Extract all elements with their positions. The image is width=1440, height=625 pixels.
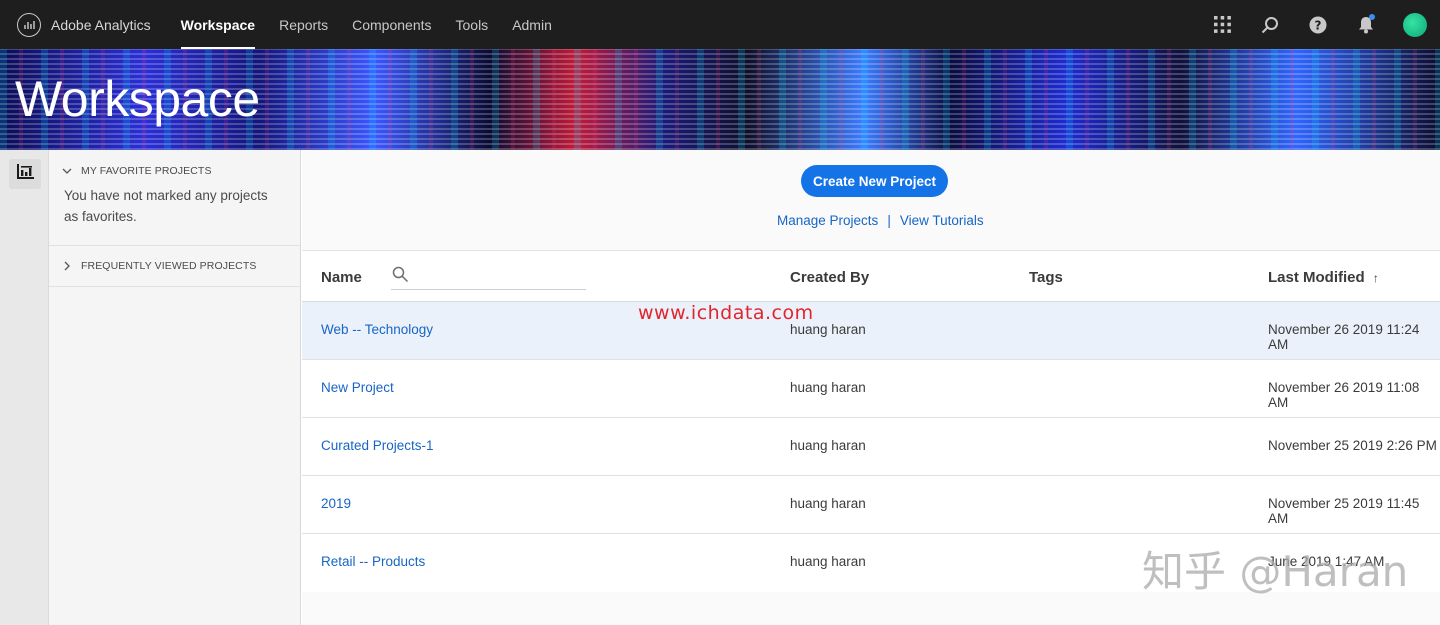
nav-reports[interactable]: Reports bbox=[279, 0, 328, 49]
search-icon bbox=[391, 264, 409, 284]
frequent-title: FREQUENTLY VIEWED PROJECTS bbox=[81, 260, 257, 272]
site-watermark: www.ichdata.com bbox=[638, 302, 814, 324]
created-by-cell: huang haran bbox=[790, 438, 866, 453]
help-icon[interactable]: ? bbox=[1307, 14, 1329, 36]
projects-side-panel: MY FAVORITE PROJECTS You have not marked… bbox=[49, 150, 301, 625]
favorites-empty-text: You have not marked any projects as favo… bbox=[64, 188, 268, 224]
last-modified-cell: November 26 2019 11:08 AM bbox=[1268, 380, 1420, 410]
manage-projects-link[interactable]: Manage Projects bbox=[777, 213, 878, 228]
last-modified-cell: November 26 2019 11:24 AM bbox=[1268, 322, 1420, 352]
project-name-link[interactable]: New Project bbox=[321, 380, 394, 395]
view-tutorials-link[interactable]: View Tutorials bbox=[900, 213, 984, 228]
column-header-created-by[interactable]: Created By bbox=[790, 269, 869, 286]
created-by-cell: huang haran bbox=[790, 496, 866, 511]
last-modified-cell: November 25 2019 2:26 PM bbox=[1268, 438, 1437, 453]
nav-components[interactable]: Components bbox=[352, 0, 431, 49]
project-actions: Create New Project Manage Projects | Vie… bbox=[302, 150, 1440, 251]
project-name-link[interactable]: Retail -- Products bbox=[321, 554, 425, 569]
adobe-analytics-logo-icon bbox=[17, 12, 41, 37]
column-header-last-modified[interactable]: Last Modified ↑ bbox=[1268, 269, 1379, 286]
left-rail bbox=[0, 150, 49, 625]
project-list-icon bbox=[16, 164, 34, 184]
favorites-title: MY FAVORITE PROJECTS bbox=[81, 165, 212, 177]
app-name: Adobe Analytics bbox=[51, 16, 151, 33]
table-row[interactable]: 2019 huang haran November 25 2019 11:45 … bbox=[302, 476, 1440, 534]
table-row[interactable]: New Project huang haran November 26 2019… bbox=[302, 360, 1440, 418]
main-nav: Workspace Reports Components Tools Admin bbox=[180, 0, 576, 49]
table-header: Name Created By Tags Last Modified ↑ bbox=[302, 251, 1440, 302]
last-modified-label: Last Modified bbox=[1268, 269, 1365, 286]
frequent-header[interactable]: FREQUENTLY VIEWED PROJECTS bbox=[49, 246, 300, 286]
sort-ascending-icon: ↑ bbox=[1372, 271, 1379, 285]
project-name-link[interactable]: Web -- Technology bbox=[321, 322, 433, 337]
last-modified-cell: November 25 2019 11:45 AM bbox=[1268, 496, 1420, 526]
page-title: Workspace bbox=[15, 71, 260, 127]
name-search bbox=[391, 264, 586, 290]
chevron-down-icon bbox=[62, 168, 72, 174]
chevron-right-icon bbox=[62, 261, 72, 271]
frequent-section: FREQUENTLY VIEWED PROJECTS bbox=[49, 246, 300, 287]
search-input[interactable] bbox=[415, 264, 585, 288]
bell-icon[interactable] bbox=[1355, 13, 1377, 36]
top-nav-bar: Adobe Analytics Workspace Reports Compon… bbox=[0, 0, 1440, 49]
table-row[interactable]: Web -- Technology huang haran November 2… bbox=[302, 302, 1440, 360]
nav-tools[interactable]: Tools bbox=[456, 0, 489, 49]
notification-dot bbox=[1369, 13, 1375, 20]
column-header-tags[interactable]: Tags bbox=[1029, 269, 1063, 286]
svg-text:?: ? bbox=[1315, 18, 1322, 32]
project-name-link[interactable]: 2019 bbox=[321, 496, 351, 511]
apps-grid-icon[interactable] bbox=[1211, 14, 1233, 36]
create-new-project-button[interactable]: Create New Project bbox=[801, 165, 948, 197]
search-icon[interactable] bbox=[1259, 14, 1281, 36]
workspace-banner: Workspace bbox=[0, 49, 1440, 150]
zhihu-watermark: 知乎 @Haran bbox=[1142, 547, 1409, 596]
top-icons: ? bbox=[1211, 0, 1440, 49]
created-by-cell: huang haran bbox=[790, 380, 866, 395]
nav-workspace[interactable]: Workspace bbox=[180, 0, 256, 49]
projects-panel-toggle[interactable] bbox=[9, 159, 41, 189]
project-links: Manage Projects | View Tutorials bbox=[777, 213, 984, 228]
link-separator: | bbox=[887, 213, 891, 228]
created-by-cell: huang haran bbox=[790, 554, 866, 569]
created-by-cell: huang haran bbox=[790, 322, 866, 337]
brand[interactable]: Adobe Analytics bbox=[17, 12, 151, 37]
table-row[interactable]: Curated Projects-1 huang haran November … bbox=[302, 418, 1440, 476]
nav-admin[interactable]: Admin bbox=[512, 0, 552, 49]
avatar[interactable] bbox=[1403, 12, 1427, 37]
project-name-link[interactable]: Curated Projects-1 bbox=[321, 438, 434, 453]
favorites-section: MY FAVORITE PROJECTS You have not marked… bbox=[49, 150, 300, 246]
column-header-name[interactable]: Name bbox=[321, 269, 362, 286]
